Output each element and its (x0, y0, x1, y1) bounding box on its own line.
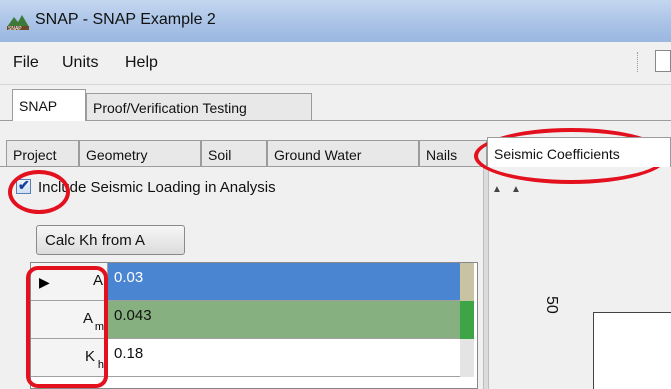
row-indicator (460, 339, 474, 377)
row-indicator (460, 301, 474, 339)
tab-soil[interactable]: Soil (201, 140, 267, 166)
tab-geometry[interactable]: Geometry (79, 140, 201, 166)
tab-project[interactable]: Project (6, 140, 79, 166)
include-seismic-label: Include Seismic Loading in Analysis (38, 179, 276, 196)
annotation-oval-checkbox (8, 170, 70, 214)
app-logo-icon: SNAP (6, 11, 30, 32)
scroll-up-icon[interactable]: ▲ (492, 184, 502, 195)
seismic-plot (593, 312, 671, 389)
plot-y-tick: 50 (543, 296, 560, 314)
value-kh[interactable]: 0.18 (108, 339, 460, 377)
new-document-icon[interactable] (655, 50, 671, 72)
tab-ground-water[interactable]: Ground Water (267, 140, 419, 166)
toolbar-grip (637, 52, 640, 72)
tab-seismic-coefficients[interactable]: Seismic Coefficients (487, 137, 671, 167)
menu-units[interactable]: Units (62, 54, 98, 72)
tab-snap[interactable]: SNAP (12, 89, 86, 121)
menu-help[interactable]: Help (125, 54, 158, 72)
value-a[interactable]: 0.03 (108, 263, 460, 301)
scroll-up-icon[interactable]: ▲ (511, 184, 521, 195)
annotation-rect-labels (26, 266, 108, 388)
svg-text:SNAP: SNAP (8, 26, 22, 31)
menu-file[interactable]: File (13, 54, 39, 72)
tab-proof-verification-testing[interactable]: Proof/Verification Testing (86, 93, 312, 120)
outer-tabs-baseline (0, 120, 671, 121)
row-indicator (460, 263, 474, 301)
window-title: SNAP - SNAP Example 2 (35, 11, 216, 28)
value-am[interactable]: 0.043 (108, 301, 460, 339)
panel-splitter[interactable] (483, 167, 489, 389)
calc-kh-button[interactable]: Calc Kh from A (36, 225, 185, 255)
menu-bar (0, 42, 671, 85)
